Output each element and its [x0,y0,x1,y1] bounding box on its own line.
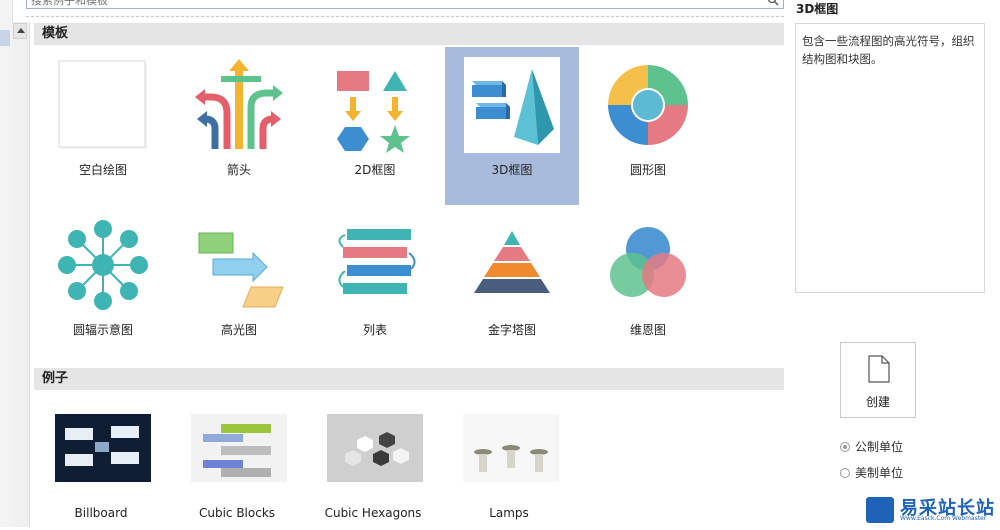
watermark: 易采站长站 Www.Easck.Com Webmaster [866,495,1000,527]
highlight-icon [198,232,284,308]
template-label: 2D框图 [354,163,396,177]
cubic-hexagons-thumbnail [327,414,423,482]
circle-chart-icon [608,65,688,145]
search-icon[interactable] [767,0,779,6]
example-cubic-hexagons[interactable]: Cubic Hexagons [306,410,440,530]
template-venn[interactable]: 维恩图 [581,207,715,365]
cubic-blocks-thumbnail [191,414,287,482]
example-label: Lamps [489,506,529,520]
new-file-icon [868,355,890,383]
create-label: 创建 [865,395,890,409]
template-label: 列表 [362,323,387,337]
lamps-thumbnail [463,414,559,482]
watermark-subtext: Www.Easck.Com Webmaster [900,515,987,522]
metric-units-label: 公制单位 [855,440,904,454]
us-units-radio[interactable]: 美制单位 [840,464,903,481]
search-input[interactable] [27,0,731,8]
search-bar[interactable] [26,0,784,9]
example-label: Cubic Hexagons [324,506,422,520]
arrows-icon [195,59,283,149]
example-cubic-blocks[interactable]: Cubic Blocks [170,410,304,530]
venn-icon [610,227,686,297]
metric-units-radio[interactable]: 公制单位 [840,438,903,455]
template-highlight[interactable]: 高光图 [172,207,306,365]
template-2d-block[interactable]: 2D框图 [308,47,442,205]
left-edge-marker [0,30,10,46]
template-circle-chart[interactable]: 圆形图 [581,47,715,205]
separator [26,16,784,17]
vertical-scrollbar[interactable] [12,22,30,527]
template-label: 金字塔图 [487,323,536,337]
2d-block-icon [337,71,410,153]
example-lamps[interactable]: Lamps [442,410,576,530]
example-label: Cubic Blocks [198,506,276,520]
3d-block-icon [472,69,554,145]
scroll-up-button[interactable] [13,23,27,39]
template-label: 高光图 [220,323,257,337]
watermark-logo-icon [866,497,894,523]
templates-section-header: 模板 [34,23,784,45]
template-pyramid[interactable]: 金字塔图 [445,207,579,365]
template-label: 箭头 [226,163,251,177]
template-arrows[interactable]: 箭头 [172,47,306,205]
radio-selected-icon[interactable] [840,442,850,452]
example-billboard[interactable]: Billboard [34,410,168,530]
template-list[interactable]: 列表 [308,207,442,365]
template-blank[interactable]: 空白绘图 [36,47,170,205]
template-label: 空白绘图 [78,163,127,177]
template-label: 圆形图 [629,163,666,177]
blank-page-icon [58,60,147,149]
template-label: 维恩图 [629,323,666,337]
billboard-thumbnail [55,414,151,482]
radio-unselected-icon[interactable] [840,468,850,478]
description-box: 包含一些流程图的高光符号，组织结构图和块图。 [795,23,985,293]
example-label: Billboard [74,506,128,520]
list-icon [338,229,416,294]
template-label: 圆辐示意图 [72,323,133,337]
us-units-label: 美制单位 [855,466,904,480]
create-button[interactable]: 创建 [840,342,916,418]
template-3d-block[interactable]: 3D框图 [445,47,579,205]
template-radial[interactable]: 圆辐示意图 [36,207,170,365]
radial-diagram-icon [58,220,148,310]
details-title: 3D框图 [796,2,839,16]
pyramid-icon [474,231,550,293]
examples-section-header: 例子 [34,368,784,390]
template-label: 3D框图 [491,163,533,177]
